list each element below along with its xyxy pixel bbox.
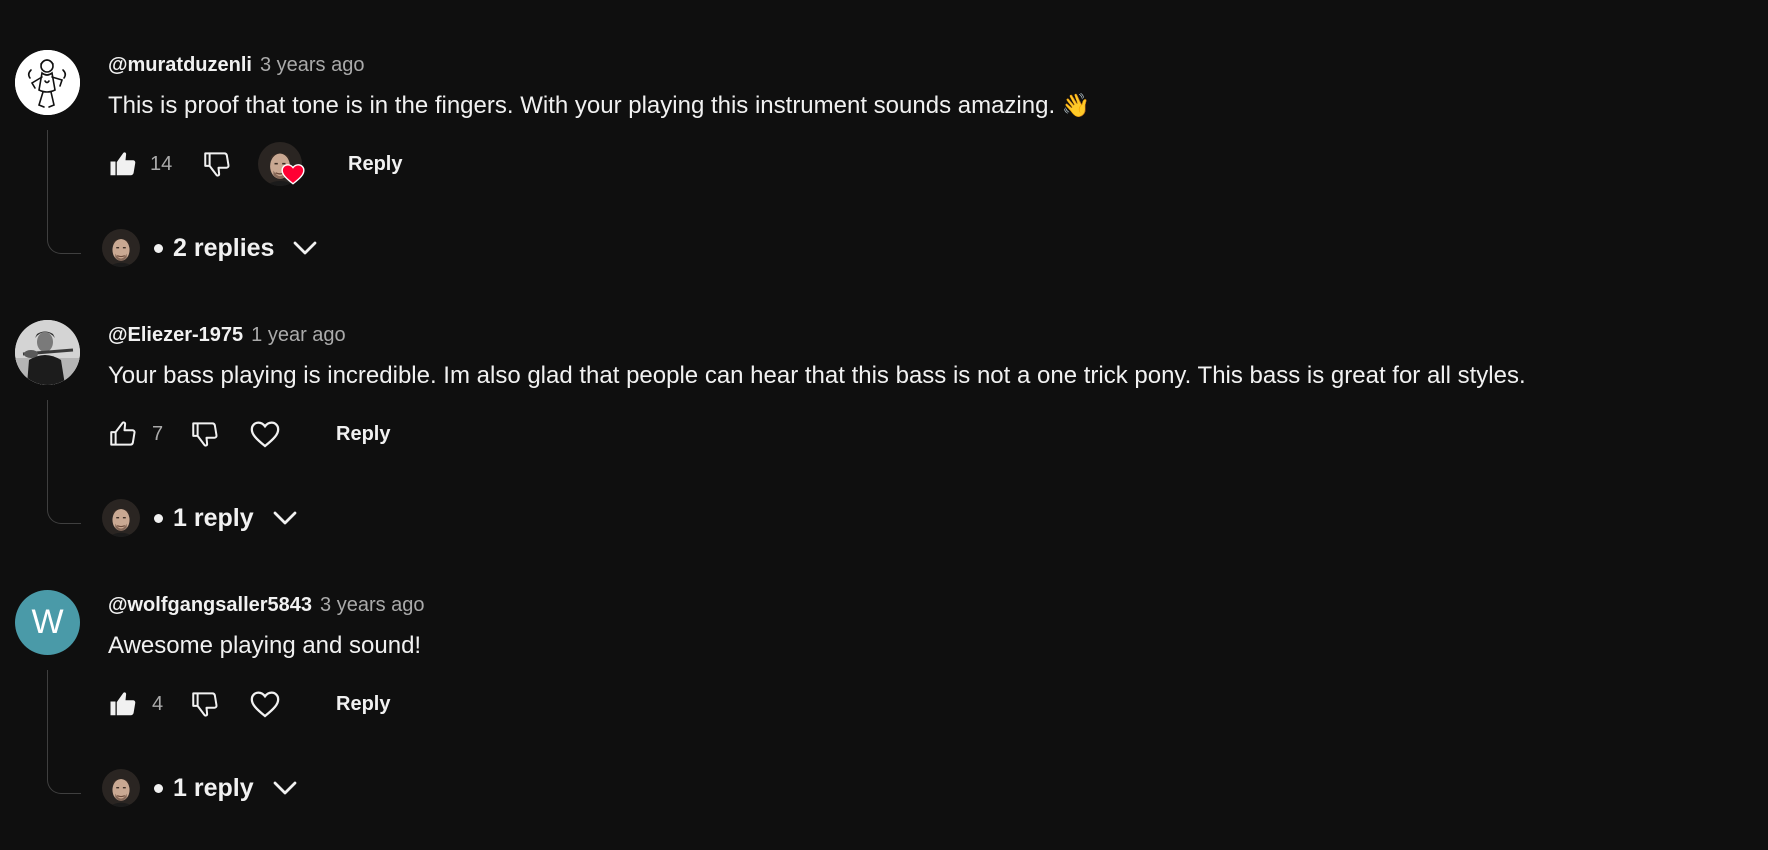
thumbs-up-filled-icon: [110, 152, 136, 176]
reply-label: Reply: [336, 422, 391, 445]
thumbs-down-icon: [204, 152, 230, 177]
separator-dot: [154, 513, 163, 523]
view-replies-button[interactable]: 2 replies: [102, 225, 320, 271]
comment-body: This is proof that tone is in the finger…: [108, 92, 1056, 119]
author-name[interactable]: @muratduzenli: [108, 54, 252, 77]
illustrated-figure-avatar-icon: [15, 50, 80, 115]
author-avatar[interactable]: [15, 50, 80, 115]
reply-author-avatar: [102, 229, 140, 267]
reply-button[interactable]: Reply: [336, 682, 390, 726]
reply-label: Reply: [348, 152, 403, 175]
separator-dot: [154, 783, 163, 793]
thread-connector: [47, 400, 81, 524]
like-button[interactable]: [108, 412, 138, 456]
reply-label: Reply: [336, 692, 391, 715]
reply-author-avatar: [102, 499, 140, 537]
like-button[interactable]: [108, 682, 138, 726]
view-replies-button[interactable]: 1 reply: [102, 765, 300, 811]
replies-count-label: 2 replies: [173, 233, 275, 262]
like-count-wrap: 14: [150, 142, 172, 186]
thumbs-down-icon: [192, 422, 218, 447]
like-count: 14: [150, 152, 173, 175]
thread-connector: [47, 670, 81, 794]
heart-button[interactable]: [248, 412, 282, 456]
heart-filled-icon: [281, 164, 305, 185]
comment-header: @muratduzenli 3 years ago: [108, 54, 364, 77]
creator-face-icon: [102, 769, 140, 807]
author-avatar[interactable]: [15, 320, 80, 385]
comment-body: Awesome playing and sound!: [108, 632, 422, 659]
author-name[interactable]: @Eliezer-1975: [108, 324, 243, 347]
comment-timestamp[interactable]: 3 years ago: [320, 594, 425, 617]
author-avatar[interactable]: W: [15, 590, 80, 655]
thumbs-up-filled-icon: [110, 692, 136, 716]
heart-outline-icon: [250, 421, 280, 448]
chevron-down-icon: [273, 511, 296, 525]
comment-timestamp[interactable]: 3 years ago: [260, 54, 365, 77]
creator-heart-badge[interactable]: [258, 142, 305, 188]
creator-face-icon: [102, 499, 140, 537]
comment-header: @Eliezer-1975 1 year ago: [108, 324, 346, 347]
avatar-letter: W: [31, 603, 64, 641]
comment-text: Awesome playing and sound!: [108, 632, 421, 660]
creator-face-icon: [102, 229, 140, 267]
comment-actions: 14 Reply: [108, 142, 608, 186]
thumbs-up-icon: [110, 421, 136, 446]
reply-button[interactable]: Reply: [336, 412, 390, 456]
replies-count-label: 1 reply: [173, 773, 254, 802]
heart-button[interactable]: [248, 682, 282, 726]
replies-count-label: 1 reply: [173, 503, 254, 532]
like-count-wrap: 4: [152, 682, 163, 726]
comment-actions: 7 Reply: [108, 412, 608, 456]
thread-connector: [47, 130, 81, 254]
chevron-down-icon: [273, 781, 296, 795]
reply-author-avatar: [102, 769, 140, 807]
dislike-button[interactable]: [202, 142, 232, 186]
like-button[interactable]: [108, 142, 138, 186]
comment-text: This is proof that tone is in the finger…: [108, 92, 1090, 120]
thumbs-down-icon: [192, 692, 218, 717]
separator-dot: [154, 243, 163, 253]
view-replies-button[interactable]: 1 reply: [102, 495, 300, 541]
reply-button[interactable]: Reply: [348, 142, 402, 186]
person-with-violin-photo-avatar-icon: [15, 320, 80, 385]
chevron-down-icon: [294, 241, 317, 255]
like-count-wrap: 7: [152, 412, 163, 456]
author-name[interactable]: @wolfgangsaller5843: [108, 594, 312, 617]
comment-header: @wolfgangsaller5843 3 years ago: [108, 594, 425, 617]
like-count: 4: [152, 692, 164, 715]
heart-outline-icon: [250, 691, 280, 718]
waving-hand-emoji: 👋: [1061, 93, 1091, 119]
dislike-button[interactable]: [190, 682, 220, 726]
comment-body: Your bass playing is incredible. Im also…: [108, 362, 1526, 389]
comment-timestamp[interactable]: 1 year ago: [251, 324, 346, 347]
comment-text: Your bass playing is incredible. Im also…: [108, 362, 1526, 390]
comment-actions: 4 Reply: [108, 682, 608, 726]
like-count: 7: [152, 422, 164, 445]
dislike-button[interactable]: [190, 412, 220, 456]
